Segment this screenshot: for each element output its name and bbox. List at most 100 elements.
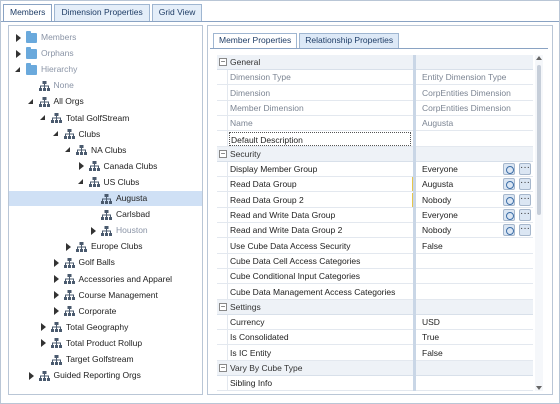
ellipsis-icon[interactable] (519, 206, 531, 221)
grid-column-splitter[interactable] (413, 55, 416, 391)
collapse-arrow-icon[interactable] (28, 98, 36, 106)
tree-node[interactable]: Corporate (53, 304, 116, 319)
property-row[interactable]: Read Data Group 2 Nobody (217, 191, 533, 208)
property-row[interactable]: Display Member Group Everyone (217, 160, 533, 178)
property-value[interactable]: USD (416, 315, 533, 329)
ellipsis-icon[interactable] (519, 191, 531, 206)
property-category[interactable]: − Vary By Cube Type (217, 361, 533, 376)
tree-node[interactable]: None (28, 78, 74, 93)
collapse-arrow-icon[interactable] (65, 146, 73, 154)
expand-arrow-icon[interactable] (15, 49, 23, 58)
member-tree[interactable]: Members Orphans Hierarchy None All Orgs Total… (8, 25, 203, 395)
property-row[interactable]: Cube Data Cell Access Categories (217, 254, 533, 269)
expand-arrow-icon[interactable] (90, 226, 98, 235)
tree-node[interactable]: Total GolfStream (40, 111, 129, 126)
tree-node[interactable]: Target Golfstream (40, 352, 134, 367)
tab-member-properties[interactable]: Member Properties (213, 33, 298, 49)
scroll-down-arrow-icon[interactable] (536, 386, 542, 390)
scroll-up-arrow-icon[interactable] (536, 56, 542, 60)
tree-node[interactable]: Hierarchy (15, 62, 77, 77)
collapse-arrow-icon[interactable] (15, 66, 23, 74)
property-value[interactable] (416, 132, 533, 146)
expand-arrow-icon[interactable] (65, 242, 73, 251)
property-value[interactable]: CorpEntities Dimension (416, 86, 533, 100)
tree-node[interactable]: Course Management (53, 288, 158, 303)
tree-node[interactable]: Members (15, 30, 76, 45)
property-row[interactable]: Dimension Type Entity Dimension Type (217, 70, 533, 86)
property-value[interactable] (416, 285, 533, 299)
property-row[interactable]: Is Consolidated True (217, 330, 533, 346)
tree-node[interactable]: Canada Clubs (78, 159, 157, 174)
tree-node[interactable]: Guided Reporting Orgs (28, 368, 141, 383)
tree-node[interactable]: Accessories and Apparel (53, 272, 172, 287)
tree-node[interactable]: Orphans (15, 46, 74, 61)
property-row[interactable]: Dimension CorpEntities Dimension (217, 86, 533, 101)
property-row[interactable]: Sibling Info (217, 376, 533, 391)
expand-arrow-icon[interactable] (28, 371, 36, 380)
group-picker-icon[interactable] (503, 224, 515, 237)
property-value[interactable] (416, 254, 533, 268)
property-row[interactable]: Is IC Entity False (217, 346, 533, 361)
collapse-category-icon[interactable]: − (219, 149, 227, 158)
property-row[interactable]: Name Augusta (217, 116, 533, 132)
property-row[interactable]: Default Description (217, 131, 533, 147)
collapse-arrow-icon[interactable] (53, 130, 61, 138)
expand-arrow-icon[interactable] (53, 307, 61, 316)
property-category[interactable]: − Security (217, 146, 533, 162)
group-picker-icon[interactable] (503, 163, 515, 176)
tab-grid-view[interactable]: Grid View (151, 4, 203, 21)
tree-node[interactable]: Golf Balls (53, 255, 115, 270)
property-value[interactable] (416, 376, 533, 390)
collapse-arrow-icon[interactable] (78, 178, 86, 186)
group-picker-icon[interactable] (503, 209, 515, 221)
tree-node[interactable]: US Clubs (78, 175, 139, 190)
tree-node[interactable]: Total Product Rollup (40, 336, 142, 351)
tab-relationship-properties[interactable]: Relationship Properties (299, 33, 400, 48)
property-value[interactable]: Augusta (416, 116, 533, 130)
grid-vertical-scrollbar[interactable] (535, 55, 543, 391)
collapse-category-icon[interactable]: − (219, 302, 227, 311)
property-category[interactable]: − Settings (217, 299, 533, 315)
scroll-thumb[interactable] (537, 65, 541, 215)
property-row[interactable]: Cube Conditional Input Categories (217, 269, 533, 285)
expand-arrow-icon[interactable] (40, 339, 48, 348)
property-row[interactable]: Read and Write Data Group 2 Nobody (217, 221, 533, 239)
property-value[interactable] (416, 269, 533, 283)
property-row[interactable]: Member Dimension CorpEntities Dimension (217, 101, 533, 116)
tree-node[interactable]: NA Clubs (65, 143, 126, 158)
tab-dimension-properties[interactable]: Dimension Properties (54, 4, 150, 21)
property-value[interactable]: False (416, 346, 533, 360)
tab-members[interactable]: Members (3, 4, 53, 22)
tree-node[interactable]: Total Geography (40, 320, 128, 335)
collapse-category-icon[interactable]: − (219, 58, 227, 66)
property-value[interactable]: True (416, 330, 533, 344)
tree-node[interactable]: Carlsbad (90, 207, 150, 222)
expand-arrow-icon[interactable] (40, 323, 48, 332)
expand-arrow-icon[interactable] (53, 275, 61, 283)
tree-node[interactable]: Clubs (53, 127, 100, 142)
tree-node[interactable]: All Orgs (28, 94, 84, 109)
expand-arrow-icon[interactable] (15, 33, 23, 42)
ellipsis-icon[interactable] (519, 221, 531, 237)
property-category[interactable]: − General (217, 55, 533, 70)
property-row[interactable]: Cube Data Management Access Categories (217, 285, 533, 300)
property-row[interactable]: Read Data Group Augusta (217, 175, 533, 193)
property-value[interactable]: False (416, 239, 533, 253)
tree-node[interactable]: Europe Clubs (65, 239, 143, 254)
expand-arrow-icon[interactable] (53, 291, 61, 300)
group-picker-icon[interactable] (503, 193, 515, 206)
property-value[interactable]: CorpEntities Dimension (416, 101, 533, 115)
expand-arrow-icon[interactable] (53, 258, 61, 267)
expand-arrow-icon[interactable] (78, 162, 86, 171)
collapse-arrow-icon[interactable] (40, 114, 48, 122)
property-row[interactable]: Use Cube Data Access Security False (217, 239, 533, 254)
property-row[interactable]: Read and Write Data Group Everyone (217, 206, 533, 223)
ellipsis-icon[interactable] (519, 160, 531, 176)
tree-node[interactable]: Augusta (9, 191, 202, 206)
group-picker-icon[interactable] (503, 178, 515, 191)
collapse-category-icon[interactable]: − (219, 364, 227, 372)
tree-node[interactable]: Houston (90, 223, 148, 238)
property-row[interactable]: Currency USD (217, 315, 533, 331)
ellipsis-icon[interactable] (519, 175, 531, 191)
property-value[interactable]: Entity Dimension Type (416, 70, 533, 84)
